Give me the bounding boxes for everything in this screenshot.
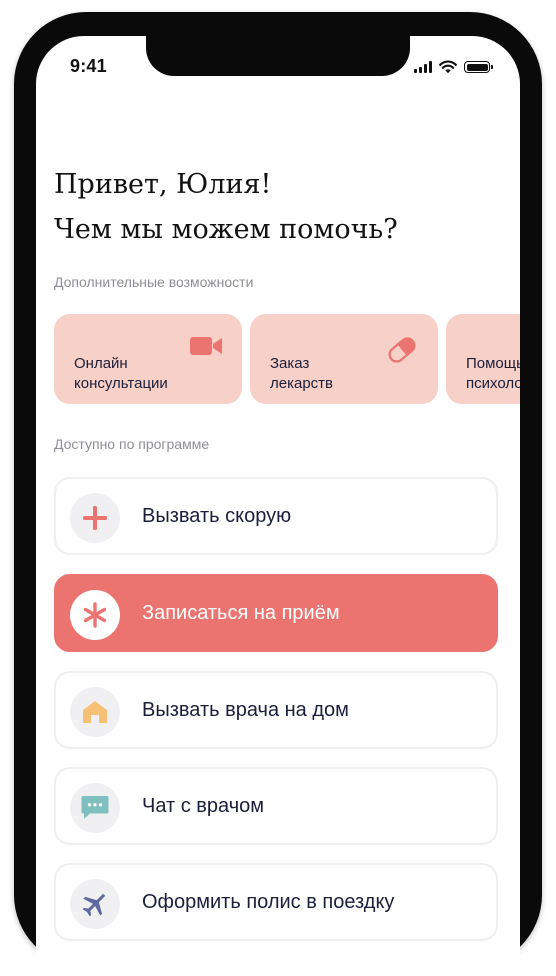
wifi-icon (439, 60, 457, 74)
greeting: Привет, Юлия! Чем мы можем помочь? (54, 162, 494, 252)
icon-circle (70, 590, 120, 640)
book-appointment-button[interactable]: Записаться на приём (54, 574, 498, 652)
pill-icon (388, 337, 416, 363)
doctor-chat-button[interactable]: Чат с врачом (54, 767, 498, 845)
action-label: Чат с врачом (142, 795, 265, 817)
asterisk-icon (83, 602, 107, 628)
icon-circle (70, 687, 120, 737)
greeting-title: Привет, Юлия! (54, 169, 272, 200)
extra-card-psychologist[interactable]: Помощь психолога (446, 314, 520, 404)
extra-card-label: Онлайн консультации (74, 355, 168, 392)
greeting-subtitle: Чем мы можем помочь? (54, 214, 398, 245)
extra-card-online-consultation[interactable]: Онлайн консультации (54, 314, 242, 404)
extras-section-label: Дополнительные возможности (54, 274, 254, 290)
call-ambulance-button[interactable]: Вызвать скорую (54, 477, 498, 555)
plus-icon (83, 506, 107, 530)
extra-card-medicines[interactable]: Заказ лекарств (250, 314, 438, 404)
notch (146, 24, 410, 76)
airplane-icon (82, 894, 105, 917)
action-label: Вызвать врача на дом (142, 699, 349, 721)
icon-circle (70, 783, 120, 833)
extra-card-label: Помощь психолога (466, 355, 520, 392)
program-section-label: Доступно по программе (54, 436, 210, 452)
action-label: Записаться на приём (142, 602, 340, 624)
status-time: 9:41 (70, 56, 107, 76)
chat-bubble-icon (81, 796, 109, 819)
action-label: Оформить полис в поездку (142, 891, 395, 913)
battery-icon (464, 61, 493, 73)
travel-insurance-button[interactable]: Оформить полис в поездку (54, 863, 498, 941)
icon-circle (70, 493, 120, 543)
video-camera-icon (190, 337, 222, 355)
extras-carousel[interactable]: Онлайн консультации Заказ лекарств Помощ… (54, 314, 520, 406)
signal-icon (414, 61, 432, 73)
status-icons (414, 58, 493, 76)
house-icon (83, 701, 107, 723)
extra-card-label: Заказ лекарств (270, 355, 334, 392)
icon-circle (70, 879, 120, 929)
action-label: Вызвать скорую (142, 505, 292, 527)
home-doctor-button[interactable]: Вызвать врача на дом (54, 671, 498, 749)
